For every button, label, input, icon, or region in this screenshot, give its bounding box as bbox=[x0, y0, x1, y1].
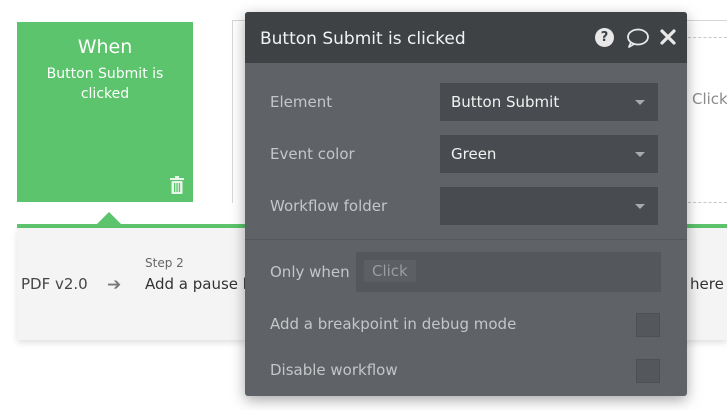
only-when-condition-input[interactable]: Click bbox=[356, 252, 661, 292]
element-dropdown[interactable]: Button Submit bbox=[440, 83, 658, 121]
arrow-right-icon: ➔ bbox=[107, 275, 122, 295]
event-description: Button Submit is clicked bbox=[46, 66, 164, 102]
event-block[interactable]: When Button Submit is clicked bbox=[17, 22, 193, 202]
canvas-here-text: here bbox=[690, 275, 724, 293]
only-when-label: Only when bbox=[270, 263, 350, 281]
event-color-label: Event color bbox=[270, 145, 355, 163]
disable-workflow-checkbox[interactable] bbox=[636, 359, 660, 383]
dashed-connector bbox=[688, 202, 727, 203]
trash-icon[interactable] bbox=[169, 176, 185, 194]
selected-event-pointer bbox=[97, 212, 121, 224]
comment-icon[interactable] bbox=[626, 28, 650, 48]
step-title[interactable]: Add a pause b bbox=[145, 275, 252, 293]
dashed-connector bbox=[688, 37, 727, 38]
workflow-folder-dropdown[interactable] bbox=[440, 187, 658, 225]
element-label: Element bbox=[270, 93, 333, 111]
step-number: Step 2 bbox=[145, 256, 184, 270]
event-properties-panel: Button Submit is clicked ? Element Butto… bbox=[245, 12, 687, 396]
previous-step-label[interactable]: PDF v2.0 bbox=[21, 275, 88, 293]
divider bbox=[245, 239, 687, 240]
event-color-value: Green bbox=[451, 145, 497, 163]
chevron-down-icon bbox=[635, 100, 645, 105]
workflow-folder-label: Workflow folder bbox=[270, 197, 388, 215]
event-color-dropdown[interactable]: Green bbox=[440, 135, 658, 173]
chevron-down-icon bbox=[635, 152, 645, 157]
panel-title: Button Submit is clicked bbox=[260, 29, 466, 49]
disable-workflow-label: Disable workflow bbox=[270, 361, 398, 379]
panel-header: Button Submit is clicked ? bbox=[245, 12, 687, 63]
close-icon[interactable] bbox=[659, 28, 677, 46]
breakpoint-checkbox[interactable] bbox=[636, 313, 660, 337]
chevron-down-icon bbox=[635, 204, 645, 209]
element-value: Button Submit bbox=[451, 93, 560, 111]
condition-placeholder[interactable]: Click bbox=[364, 260, 416, 282]
event-heading: When bbox=[77, 36, 133, 58]
canvas-click-text: Click bbox=[692, 90, 727, 108]
help-icon[interactable]: ? bbox=[595, 28, 614, 47]
breakpoint-label: Add a breakpoint in debug mode bbox=[270, 315, 517, 333]
